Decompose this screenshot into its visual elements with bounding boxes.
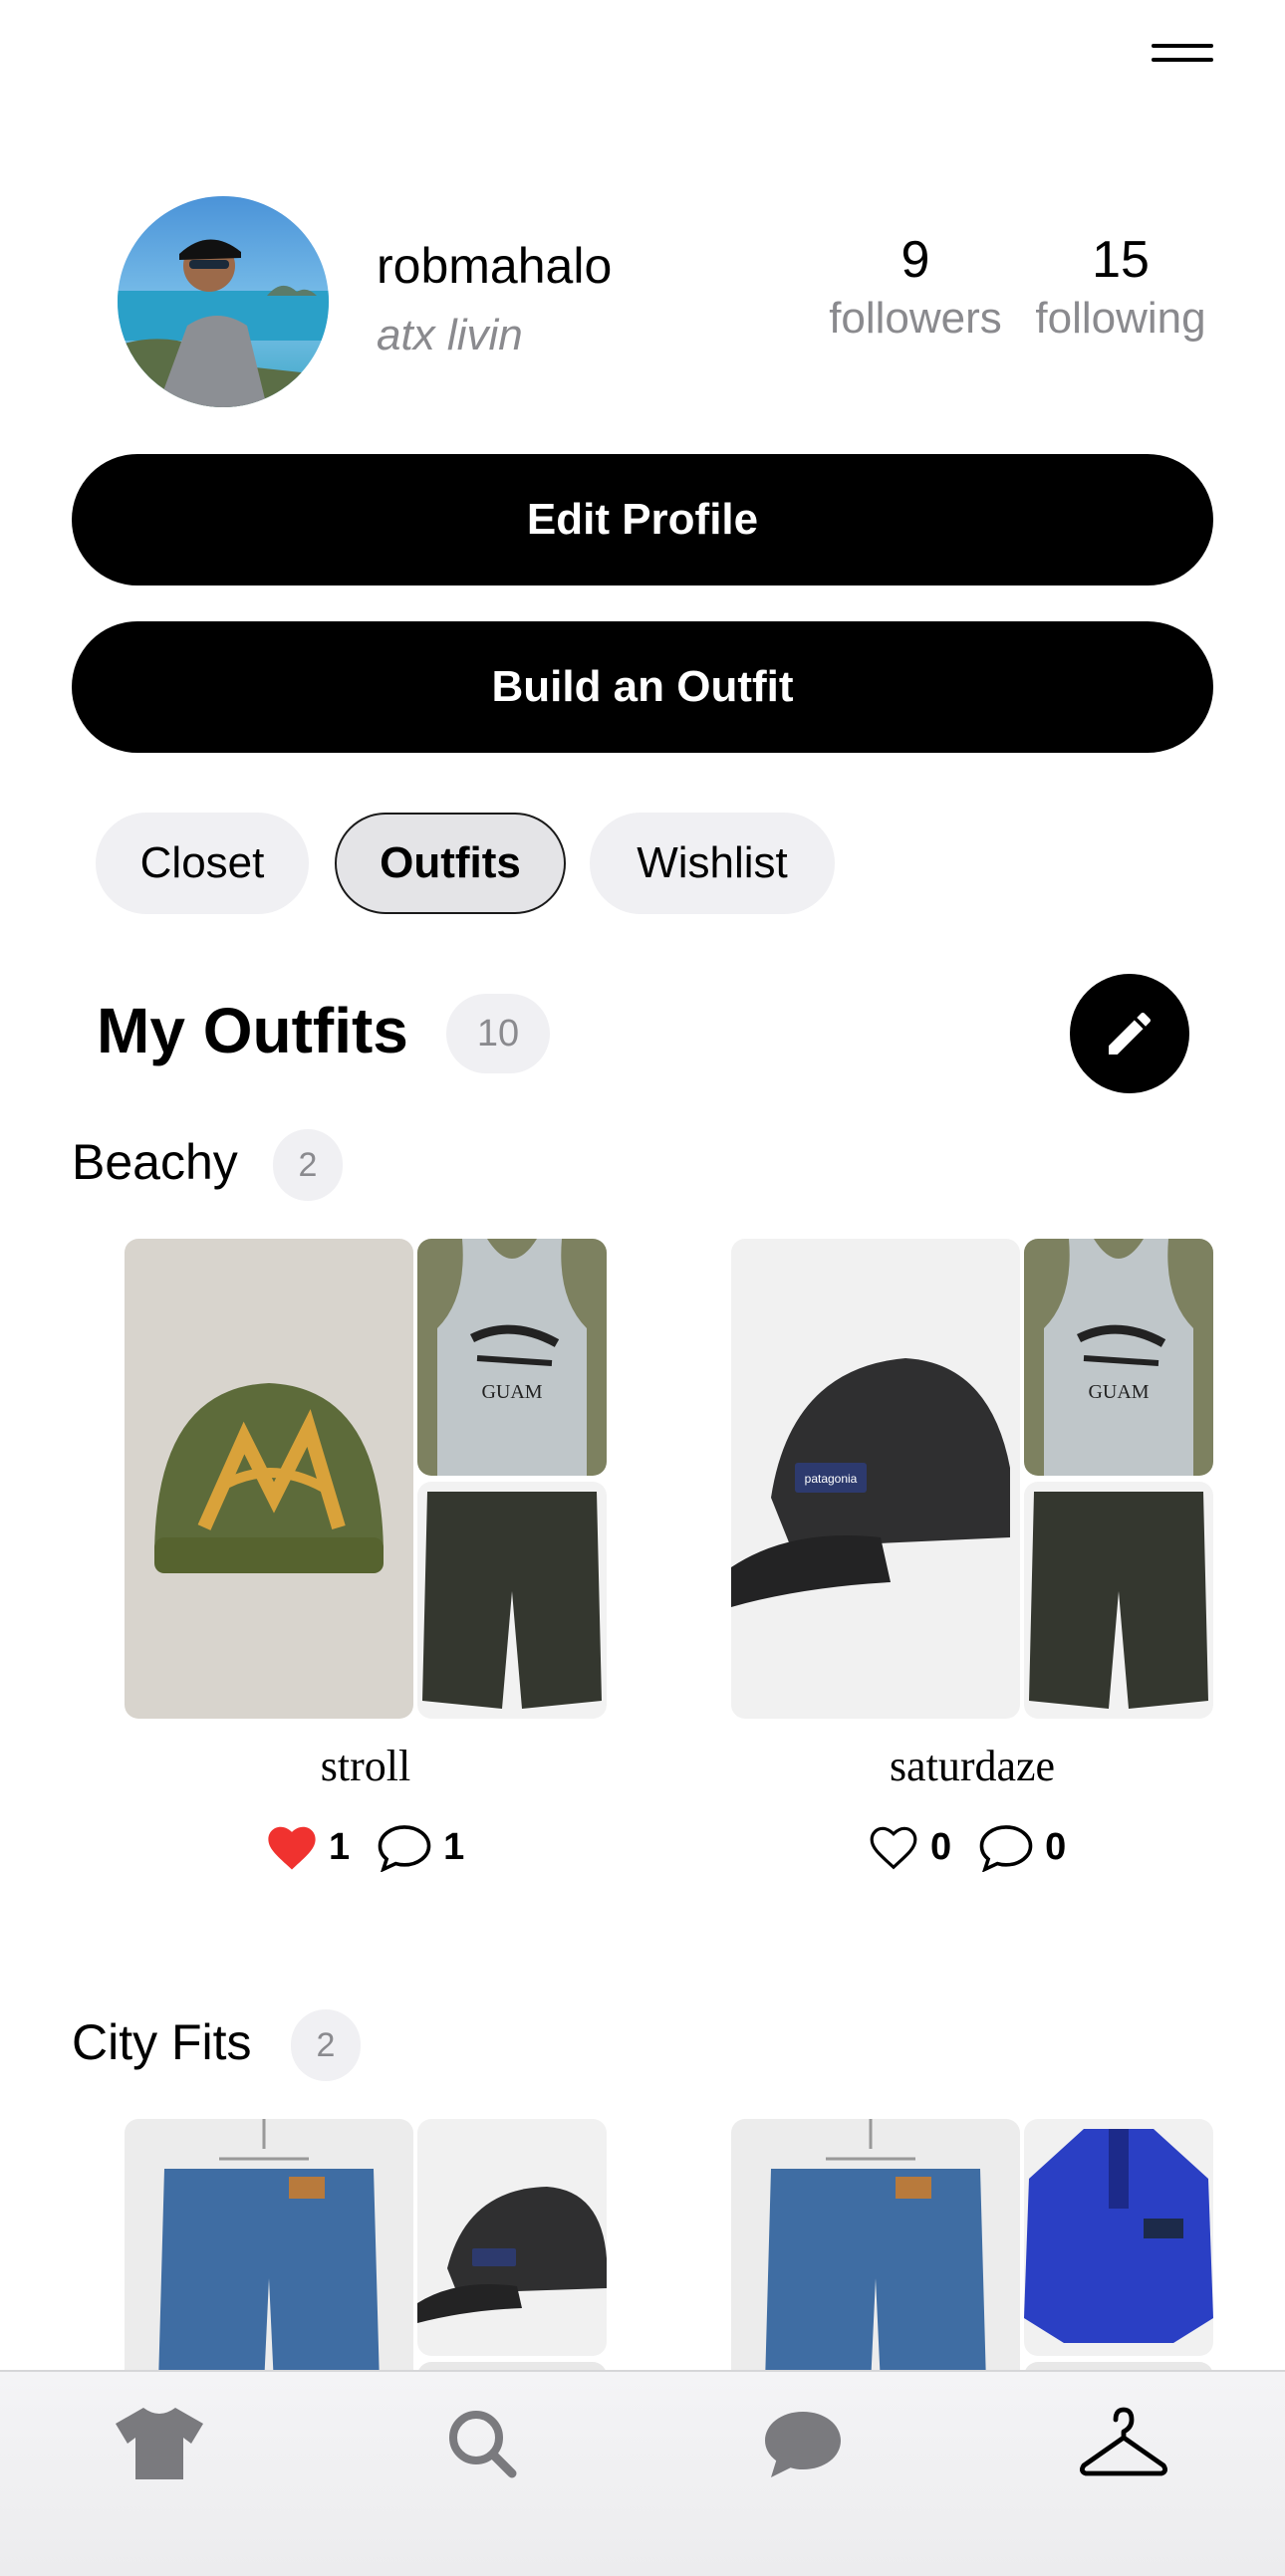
like-button[interactable]: 0: [867, 1822, 951, 1872]
heart-filled-icon: [268, 1826, 316, 1870]
following-stat[interactable]: 15 following: [1028, 229, 1213, 347]
svg-text:GUAM: GUAM: [481, 1381, 542, 1403]
tank-top-image: GUAM: [1024, 1239, 1213, 1476]
group-count-badge: 2: [273, 1129, 343, 1201]
group-title-city-fits: City Fits: [72, 2014, 252, 2070]
fleece-image: [1024, 2119, 1213, 2356]
cap-image: [417, 2119, 607, 2356]
outfit-card-saturdaze[interactable]: patagonia GUAM: [731, 1239, 1213, 1719]
outfit-name[interactable]: stroll: [125, 1741, 607, 1791]
svg-text:GUAM: GUAM: [1088, 1381, 1149, 1403]
pencil-icon: [1109, 1012, 1152, 1054]
followers-stat[interactable]: 9 followers: [823, 229, 1008, 347]
group-title-beachy: Beachy: [72, 1134, 238, 1190]
comment-count: 1: [443, 1825, 465, 1868]
edit-outfits-button[interactable]: [1070, 974, 1189, 1093]
shorts-image: [417, 1482, 607, 1719]
edit-profile-button[interactable]: Edit Profile: [72, 454, 1213, 585]
cap-image: patagonia: [731, 1239, 1020, 1719]
outfit-reactions: 0 0: [867, 1822, 1066, 1872]
outfit-reactions: 1 1: [265, 1822, 464, 1872]
outfit-count-badge: 10: [446, 994, 550, 1073]
like-count: 0: [930, 1825, 952, 1868]
beanie-image: [125, 1239, 413, 1719]
comment-count: 0: [1045, 1825, 1067, 1868]
tank-top-image: GUAM: [417, 1239, 607, 1476]
svg-text:patagonia: patagonia: [805, 1472, 858, 1486]
like-count: 1: [329, 1825, 351, 1868]
comment-button[interactable]: 1: [376, 1822, 464, 1872]
tab-outfits[interactable]: Outfits: [335, 813, 566, 914]
outfit-name[interactable]: saturdaze: [731, 1741, 1213, 1791]
chat-bubble-icon[interactable]: [743, 2394, 863, 2493]
followers-count: 9: [900, 231, 930, 289]
bottom-nav: [0, 2370, 1285, 2576]
hanger-icon[interactable]: [1064, 2394, 1183, 2493]
outfit-card-stroll[interactable]: GUAM: [125, 1239, 607, 1719]
section-title: My Outfits: [97, 995, 408, 1066]
shirt-icon[interactable]: [100, 2394, 219, 2493]
comment-button[interactable]: 0: [977, 1822, 1066, 1872]
username: robmahalo: [377, 238, 613, 294]
following-count: 15: [1092, 231, 1150, 289]
heart-outline-icon: [870, 1826, 917, 1870]
following-label: following: [1035, 294, 1206, 343]
bio: atx livin: [377, 311, 523, 359]
build-outfit-button[interactable]: Build an Outfit: [72, 621, 1213, 753]
shorts-image: [1024, 1482, 1213, 1719]
followers-label: followers: [829, 294, 1002, 343]
comment-icon: [979, 1825, 1033, 1872]
like-button[interactable]: 1: [265, 1822, 350, 1872]
avatar: [118, 196, 329, 407]
menu-icon[interactable]: [1146, 36, 1225, 86]
tab-closet[interactable]: Closet: [96, 813, 309, 914]
search-icon[interactable]: [422, 2394, 542, 2493]
comment-icon: [378, 1825, 431, 1872]
tab-wishlist[interactable]: Wishlist: [590, 813, 835, 914]
group-count-badge: 2: [291, 2009, 361, 2081]
